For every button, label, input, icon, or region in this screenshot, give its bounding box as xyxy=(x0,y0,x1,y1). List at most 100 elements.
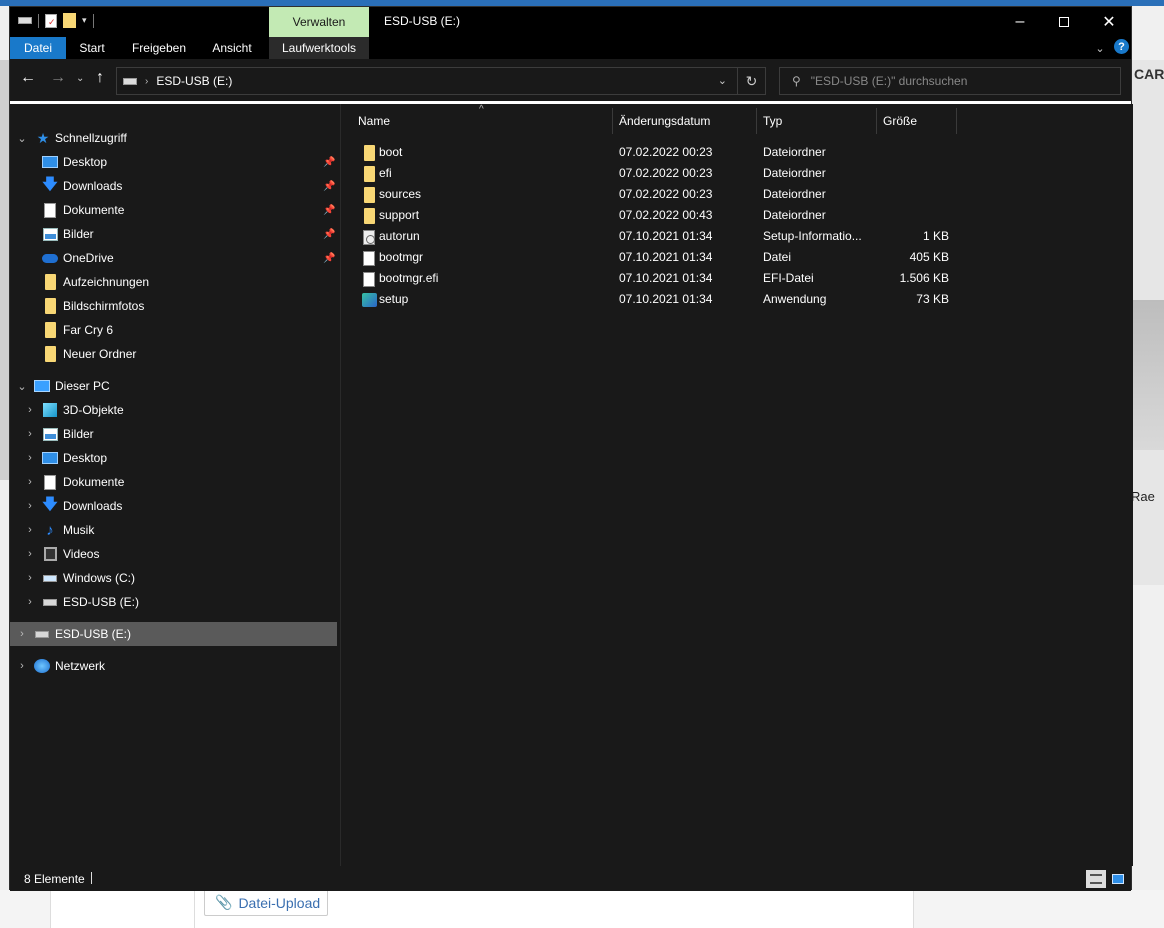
chevron-down-icon[interactable]: ⌄ xyxy=(1090,37,1110,59)
chevron-right-icon[interactable]: › xyxy=(16,660,28,672)
chevron-right-icon[interactable]: › xyxy=(24,404,36,416)
address-bar[interactable]: › ESD-USB (E:) ⌄ ↻ xyxy=(116,67,766,95)
nav-this-pc-item[interactable]: › 🡇 Downloads xyxy=(10,494,336,518)
file-name: support xyxy=(379,208,420,222)
properties-icon[interactable]: ✓ xyxy=(45,13,57,28)
nav-label: OneDrive xyxy=(63,251,114,265)
nav-quick-access-item[interactable]: Desktop 📌 xyxy=(10,150,336,174)
large-icons-view-button[interactable] xyxy=(1108,870,1128,888)
nav-quick-access-item[interactable]: Aufzeichnungen xyxy=(10,270,336,294)
column-divider[interactable] xyxy=(876,108,877,134)
nav-this-pc-item[interactable]: › Bilder xyxy=(10,422,336,446)
navigation-pane: ⌄ ★ Schnellzugriff Desktop 📌 🡇 Downloads 📌 Do… xyxy=(10,104,340,866)
pin-icon[interactable]: 📌 xyxy=(323,157,335,168)
nav-this-pc-item[interactable]: › Dokumente xyxy=(10,470,336,494)
pin-icon[interactable]: 📌 xyxy=(323,253,335,264)
file-size: 1 KB xyxy=(922,229,949,243)
star-icon: ★ xyxy=(36,129,50,146)
file-upload-button[interactable]: 📎 Datei-Upload xyxy=(204,889,328,916)
nav-usb-root[interactable]: › ESD-USB (E:) xyxy=(10,622,337,646)
nav-this-pc-item[interactable]: › ESD-USB (E:) xyxy=(10,590,336,614)
nav-quick-access-item[interactable]: 🡇 Downloads 📌 xyxy=(10,174,336,198)
tab-verwalten[interactable]: Verwalten xyxy=(269,7,369,37)
tab-freigeben[interactable]: Freigeben xyxy=(124,37,194,59)
search-input[interactable]: ⚲ "ESD-USB (E:)" durchsuchen xyxy=(779,67,1121,95)
file-row[interactable]: sources 07.02.2022 00:23 Dateiordner xyxy=(341,184,1133,205)
details-view-button[interactable] xyxy=(1086,870,1106,888)
chevron-right-icon[interactable]: › xyxy=(24,572,36,584)
pin-icon[interactable]: 📌 xyxy=(323,229,335,240)
minimize-button[interactable]: – xyxy=(997,7,1043,37)
column-header-date[interactable]: Änderungsdatum xyxy=(619,108,710,134)
refresh-icon[interactable]: ↻ xyxy=(737,68,765,94)
file-date: 07.02.2022 00:23 xyxy=(619,166,713,180)
chevron-down-icon[interactable]: ⌄ xyxy=(16,380,28,393)
column-header-size[interactable]: Größe xyxy=(883,108,917,134)
tab-ansicht[interactable]: Ansicht xyxy=(206,37,258,59)
maximize-button[interactable] xyxy=(1041,7,1087,37)
address-dropdown-icon[interactable]: ⌄ xyxy=(718,74,727,87)
nav-quick-access-item[interactable]: Bilder 📌 xyxy=(10,222,336,246)
pin-icon[interactable]: 📌 xyxy=(323,181,335,192)
forward-icon[interactable]: → xyxy=(50,69,66,87)
file-row[interactable]: efi 07.02.2022 00:23 Dateiordner xyxy=(341,163,1133,184)
file-row[interactable]: boot 07.02.2022 00:23 Dateiordner xyxy=(341,142,1133,163)
chevron-right-icon[interactable]: › xyxy=(24,548,36,560)
nav-quick-access-item[interactable]: OneDrive 📌 xyxy=(10,246,336,270)
search-placeholder: "ESD-USB (E:)" durchsuchen xyxy=(810,74,968,88)
chevron-right-icon[interactable]: › xyxy=(24,596,36,608)
tab-laufwerktools[interactable]: Laufwerktools xyxy=(269,37,369,59)
explorer-window: ✓ ▾ Verwalten ESD-USB (E:) – ✕ Datei Sta… xyxy=(9,6,1133,891)
nav-this-pc[interactable]: ⌄ Dieser PC xyxy=(10,374,336,398)
file-row[interactable]: support 07.02.2022 00:43 Dateiordner xyxy=(341,205,1133,226)
nav-this-pc-item[interactable]: › Windows (C:) xyxy=(10,566,336,590)
file-row[interactable]: setup 07.10.2021 01:34 Anwendung 73 KB xyxy=(341,289,1133,310)
file-type: Anwendung xyxy=(763,292,827,306)
nav-quick-access-item[interactable]: Far Cry 6 xyxy=(10,318,336,342)
computer-icon xyxy=(34,378,50,394)
document-icon xyxy=(42,474,58,490)
nav-this-pc-item[interactable]: › ♪ Musik xyxy=(10,518,336,542)
nav-this-pc-item[interactable]: › Desktop xyxy=(10,446,336,470)
back-icon[interactable]: ← xyxy=(20,69,36,87)
new-folder-icon[interactable] xyxy=(63,13,76,28)
file-type: Dateiordner xyxy=(763,187,826,201)
help-button[interactable]: ? xyxy=(1114,39,1129,54)
column-divider[interactable] xyxy=(956,108,957,134)
title-bar: ✓ ▾ Verwalten ESD-USB (E:) – ✕ xyxy=(10,7,1131,37)
nav-quick-access-item[interactable]: Neuer Ordner xyxy=(10,342,336,366)
chevron-right-icon[interactable]: › xyxy=(24,476,36,488)
chevron-down-icon[interactable]: ⌄ xyxy=(16,132,28,145)
nav-this-pc-item[interactable]: › 3D-Objekte xyxy=(10,398,336,422)
folder-icon xyxy=(42,274,58,290)
nav-quick-access-item[interactable]: Bildschirmfotos xyxy=(10,294,336,318)
column-divider[interactable] xyxy=(612,108,613,134)
chevron-right-icon[interactable]: › xyxy=(16,628,28,640)
nav-this-pc-item[interactable]: › Videos xyxy=(10,542,336,566)
chevron-right-icon[interactable]: › xyxy=(24,452,36,464)
column-divider[interactable] xyxy=(756,108,757,134)
nav-label: ESD-USB (E:) xyxy=(63,595,140,609)
customize-toolbar-icon[interactable]: ▾ xyxy=(82,15,87,26)
pin-icon[interactable]: 📌 xyxy=(323,205,335,216)
up-icon[interactable]: ↑ xyxy=(96,69,104,87)
desktop-icon xyxy=(42,154,58,170)
file-row[interactable]: bootmgr.efi 07.10.2021 01:34 EFI-Datei 1.50… xyxy=(341,268,1133,289)
nav-quick-access[interactable]: ⌄ ★ Schnellzugriff xyxy=(10,126,336,150)
tab-start[interactable]: Start xyxy=(70,37,114,59)
column-header-name[interactable]: Name xyxy=(358,108,390,134)
file-row[interactable]: bootmgr 07.10.2021 01:34 Datei 405 KB xyxy=(341,247,1133,268)
column-header-type[interactable]: Typ xyxy=(763,108,782,134)
application-icon xyxy=(361,292,377,308)
chevron-right-icon[interactable]: › xyxy=(24,500,36,512)
close-button[interactable]: ✕ xyxy=(1086,7,1132,37)
chevron-right-icon[interactable]: › xyxy=(24,428,36,440)
file-type: Dateiordner xyxy=(763,145,826,159)
file-row[interactable]: autorun 07.10.2021 01:34 Setup-Informatio.… xyxy=(341,226,1133,247)
tab-datei[interactable]: Datei xyxy=(10,37,66,59)
nav-network[interactable]: › Netzwerk xyxy=(10,654,336,678)
breadcrumb[interactable]: ESD-USB (E:) xyxy=(156,74,232,88)
nav-quick-access-item[interactable]: Dokumente 📌 xyxy=(10,198,336,222)
chevron-right-icon[interactable]: › xyxy=(24,524,36,536)
recent-locations-icon[interactable]: ⌄ xyxy=(76,73,84,84)
